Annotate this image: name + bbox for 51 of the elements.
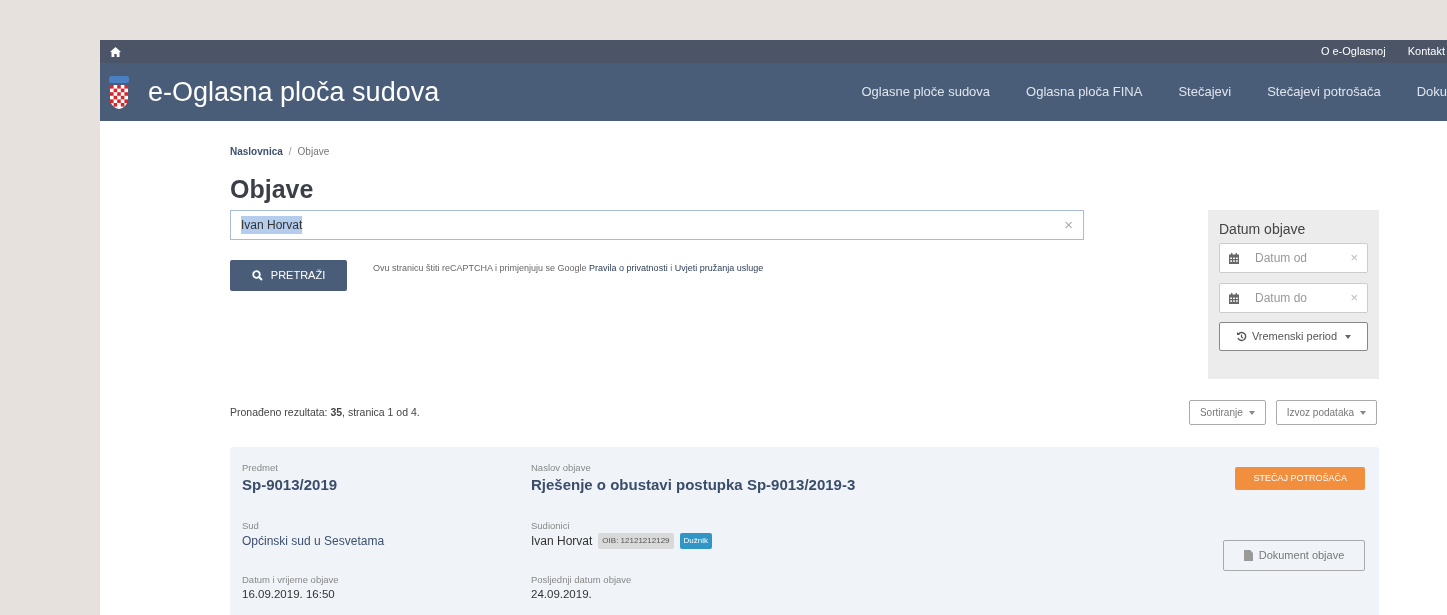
- search-value: Ivan Horvat: [241, 216, 303, 234]
- field-value: Ivan Horvat: [531, 533, 593, 551]
- field-label: Sudionici: [531, 519, 571, 532]
- nav-link[interactable]: Doku: [1416, 82, 1447, 102]
- calendar-icon: [1229, 292, 1239, 304]
- search-icon: [251, 270, 263, 281]
- field-value: 24.09.2019.: [531, 587, 592, 602]
- caret-icon: [1360, 410, 1366, 415]
- top-link[interactable]: Kontakt: [1407, 43, 1445, 60]
- coat-of-arms-icon: [108, 75, 130, 109]
- field-label: Sud: [242, 519, 260, 532]
- search-button[interactable]: PRETRAŽI: [230, 260, 347, 291]
- caret-icon: [1248, 410, 1255, 415]
- date-field[interactable]: Datum od ×: [1219, 243, 1368, 273]
- field-label: Datum i vrijeme objave: [242, 573, 340, 585]
- oib-badge: OIB: 12121212129: [598, 533, 674, 550]
- document-icon: [1243, 550, 1253, 561]
- nav-link[interactable]: Oglasne ploče sudova: [861, 82, 991, 102]
- field-value: Općinski sud u Sesvetama: [242, 533, 385, 551]
- category-badge: STEČAJ POTROŠAČA: [1235, 467, 1365, 490]
- recaptcha-notice: Ovu stranicu štiti reCAPTCHA i primjenjuju se Google Pravila o privatnosti i Uvjeti pružanja usluge: [373, 262, 764, 275]
- field-label: Naslov objave: [531, 461, 592, 473]
- home-icon[interactable]: [110, 46, 121, 57]
- dropdown-button[interactable]: Sortiranje: [1188, 400, 1266, 425]
- field-label: Predmet: [242, 461, 279, 473]
- nav-link[interactable]: Oglasna ploča FINA: [1026, 82, 1143, 102]
- page-title: Objave: [230, 174, 315, 204]
- calendar-icon: [1229, 252, 1239, 264]
- nav-link[interactable]: Stečajevi potrošača: [1267, 82, 1381, 102]
- results-summary: Pronađeno rezultata: 35, stranica 1 od 4.: [230, 404, 420, 420]
- field-value: Rješenje o obustavi postupka Sp-9013/2019-3: [531, 475, 856, 495]
- dropdown-button[interactable]: Izvoz podataka: [1275, 400, 1377, 425]
- history-icon: [1235, 331, 1247, 342]
- breadcrumb-separator: /: [288, 144, 292, 159]
- document-button[interactable]: Dokument objave: [1223, 540, 1365, 571]
- date-field[interactable]: Datum do ×: [1219, 283, 1368, 313]
- top-link[interactable]: O e-Oglasnoj: [1320, 43, 1386, 60]
- panel-title: Datum objave: [1219, 220, 1307, 238]
- search-field[interactable]: Ivan Horvat ×: [230, 210, 1084, 240]
- field-value: Sp-9013/2019: [242, 475, 338, 495]
- field-label: Posljednji datum objave: [531, 573, 633, 585]
- nav-link[interactable]: Stečajevi: [1178, 82, 1232, 102]
- site-title[interactable]: e-Oglasna ploča sudova: [148, 71, 440, 113]
- caret-icon: [1345, 334, 1352, 339]
- field-value: 16.09.2019. 16:50: [242, 587, 335, 602]
- date-placeholder: Datum do: [1255, 290, 1308, 307]
- period-dropdown[interactable]: Vremenski period: [1219, 322, 1368, 351]
- role-badge: Dužnik: [679, 533, 712, 550]
- date-placeholder: Datum od: [1255, 250, 1308, 267]
- breadcrumb-link[interactable]: Naslovnica: [230, 143, 283, 159]
- breadcrumb-link[interactable]: Objave: [297, 143, 330, 159]
